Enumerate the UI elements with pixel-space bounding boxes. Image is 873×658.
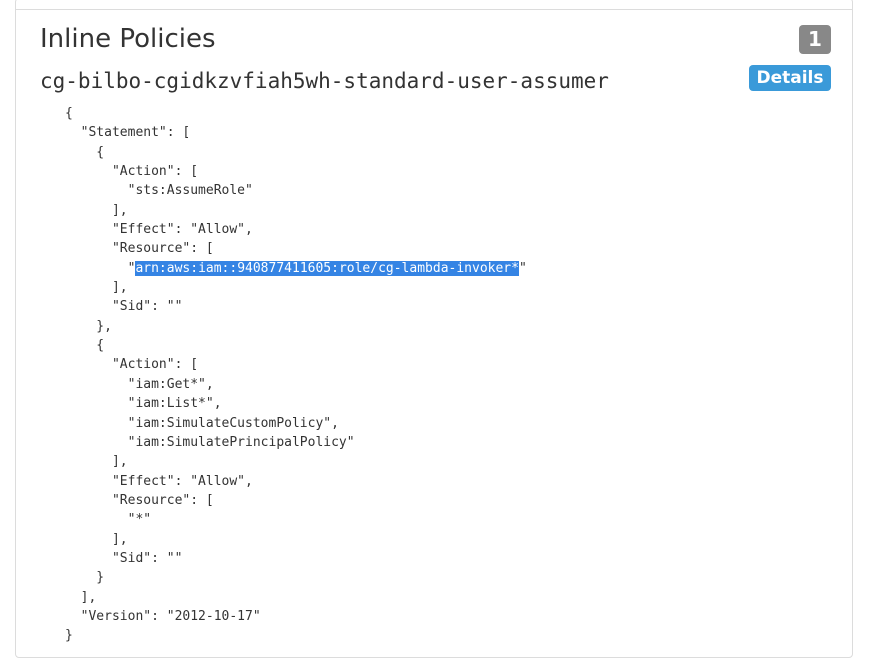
panel-divider <box>16 9 852 10</box>
code-line-prefix: " <box>65 260 136 276</box>
code-line: "Version": "2012-10-17" <box>65 608 261 624</box>
section-title: Inline Policies <box>40 24 216 54</box>
code-line: ], <box>65 280 128 296</box>
code-line: ], <box>65 531 128 547</box>
code-line: "Effect": "Allow", <box>65 222 253 238</box>
code-line: ], <box>65 454 128 470</box>
policy-count-badge: 1 <box>799 25 831 54</box>
code-line: }, <box>65 318 112 334</box>
code-line: "Resource": [ <box>65 241 214 257</box>
code-line: "iam:SimulatePrincipalPolicy" <box>65 434 355 450</box>
code-line-suffix: " <box>518 260 527 276</box>
details-button[interactable]: Details <box>749 65 831 91</box>
code-line: "Sid": "" <box>65 550 183 566</box>
selected-resource-arn[interactable]: arn:aws:iam::940877411605:role/cg-lambda… <box>135 260 519 276</box>
code-line: { <box>65 338 105 354</box>
code-line: "Action": [ <box>65 357 199 373</box>
code-line: "iam:SimulateCustomPolicy", <box>65 415 339 431</box>
code-line: "Effect": "Allow", <box>65 473 253 489</box>
code-line: { <box>65 106 73 121</box>
code-line: } <box>65 628 73 644</box>
code-line: "Statement": [ <box>65 125 191 141</box>
policies-panel: Inline Policies 1 cg-bilbo-cgidkzvfiah5w… <box>15 0 853 658</box>
policy-name: cg-bilbo-cgidkzvfiah5wh-standard-user-as… <box>40 69 609 93</box>
code-line: ], <box>65 202 128 218</box>
code-line: } <box>65 570 105 586</box>
policy-document[interactable]: { "Statement": [ { "Action": [ "sts:Assu… <box>65 104 527 646</box>
code-line: "iam:Get*", <box>65 376 214 392</box>
code-line: { <box>65 144 105 160</box>
code-line-resource: "arn:aws:iam::940877411605:role/cg-lambd… <box>65 259 527 278</box>
code-line: "Sid": "" <box>65 299 183 315</box>
code-line: ], <box>65 589 97 605</box>
code-line: "Resource": [ <box>65 492 214 508</box>
code-line: "sts:AssumeRole" <box>65 183 253 199</box>
code-line: "iam:List*", <box>65 396 222 412</box>
code-line: "*" <box>65 512 152 528</box>
code-line: "Action": [ <box>65 164 199 180</box>
